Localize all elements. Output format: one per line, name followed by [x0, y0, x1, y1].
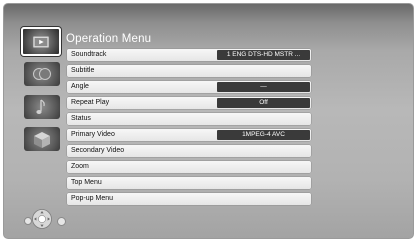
menu-title: Operation Menu	[66, 33, 152, 45]
audio-settings-icon[interactable]	[24, 62, 60, 86]
operation-menu-screen: Operation Menu Soundtrack 1 ENG DTS-HD M…	[3, 3, 414, 239]
menu-item-label: Subtitle	[71, 67, 95, 74]
menu-item-label: Zoom	[71, 163, 89, 170]
music-note-icon[interactable]	[24, 95, 60, 119]
menu-item-status[interactable]: Status	[67, 113, 311, 125]
option-icon	[24, 217, 32, 225]
menu-item-secondary-video[interactable]: Secondary Video	[67, 145, 311, 157]
menu-item-label: Status	[71, 115, 91, 122]
menu-item-label: Angle	[71, 83, 89, 90]
menu-item-label: Secondary Video	[71, 147, 125, 154]
remote-dpad-icon	[31, 208, 53, 230]
menu-item-label: Top Menu	[71, 179, 102, 186]
menu-item-label: Primary Video	[71, 131, 115, 138]
menu-item-primary-video[interactable]: Primary Video 1MPEG-4 AVC	[67, 129, 311, 141]
menu-item-value: 1 ENG DTS-HD MSTR ...	[217, 50, 310, 60]
menu-item-value: Off	[217, 98, 310, 108]
menu-item-value: —	[217, 82, 310, 92]
menu-item-value: 1MPEG-4 AVC	[217, 130, 310, 140]
menu-item-label: Repeat Play	[71, 99, 110, 106]
menu-item-soundtrack[interactable]: Soundtrack 1 ENG DTS-HD MSTR ...	[67, 49, 311, 61]
menu-item-zoom[interactable]: Zoom	[67, 161, 311, 173]
menu-item-label: Soundtrack	[71, 51, 107, 58]
menu-item-label: Pop-up Menu	[71, 195, 114, 202]
return-icon	[57, 217, 66, 226]
menu-item-subtitle[interactable]: Subtitle	[67, 65, 311, 77]
menu-item-top-menu[interactable]: Top Menu	[67, 177, 311, 189]
menu-item-angle[interactable]: Angle —	[67, 81, 311, 93]
cube-icon[interactable]	[24, 127, 60, 151]
menu-item-repeat-play[interactable]: Repeat Play Off	[67, 97, 311, 109]
menu-item-popup-menu[interactable]: Pop-up Menu	[67, 193, 311, 205]
disc-play-icon[interactable]	[21, 27, 61, 56]
